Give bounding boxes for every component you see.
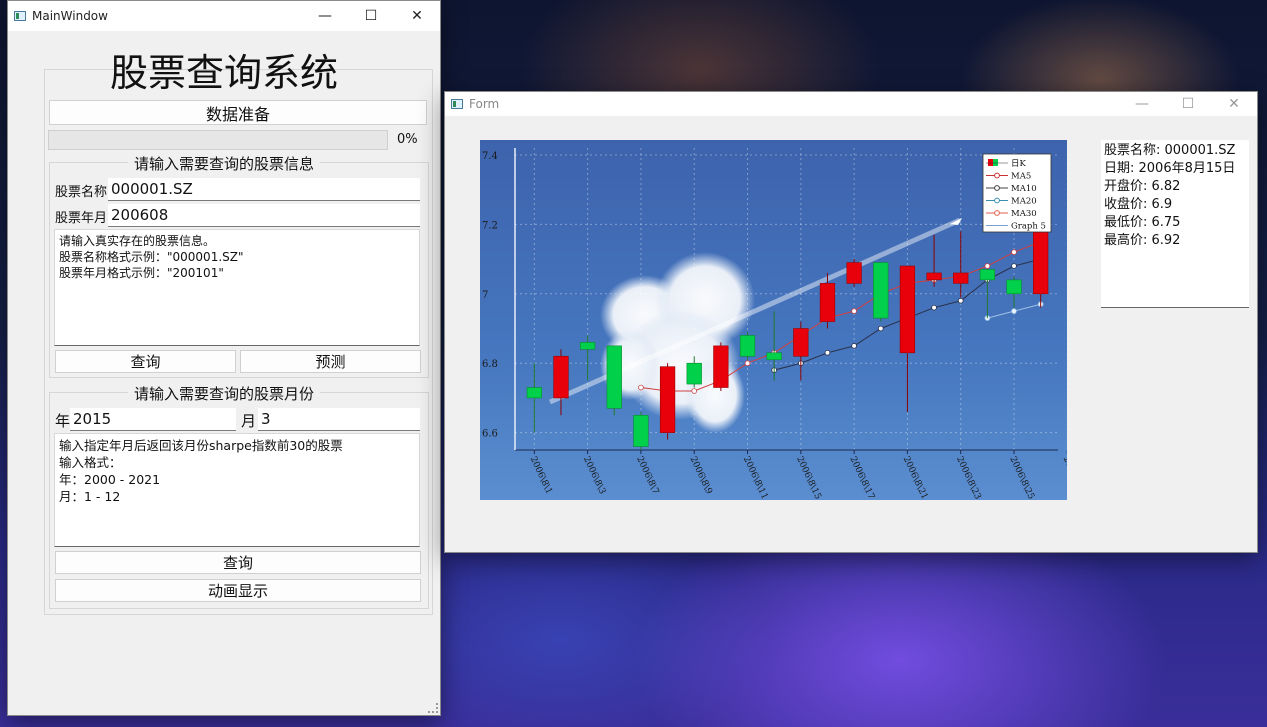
y-tick-label: 7: [482, 290, 488, 301]
legend-label: MA5: [1011, 172, 1031, 182]
y-tick-label: 7.4: [482, 151, 498, 162]
candle-body: [793, 328, 809, 357]
ma10-point: [877, 325, 884, 332]
legend-marker: [994, 197, 1000, 204]
legend-swatch-down: [993, 159, 998, 166]
candle-body: [953, 272, 969, 284]
stock-hint-text[interactable]: 请输入真实存在的股票信息。 股票名称格式示例："000001.SZ" 股票年月格…: [54, 229, 420, 346]
ma10-point: [1011, 263, 1017, 269]
info-low: 最低价: 6.75: [1104, 215, 1181, 230]
legend-label: MA30: [1011, 209, 1037, 219]
progress-percent: 0%: [397, 132, 418, 147]
year-label: 年: [55, 412, 71, 430]
y-tick-label: 7.2: [482, 220, 498, 231]
candlestick-chart[interactable]: 2006\8\1 2006\8\3 2006\8\7 2006\8\9 2006\8\1…: [480, 140, 1089, 501]
form-app-icon: [451, 99, 463, 109]
legend-label: 日K: [1011, 159, 1027, 169]
ma5-point: [638, 384, 644, 391]
close-icon[interactable]: ✕: [394, 1, 440, 31]
minimize-icon[interactable]: —: [302, 1, 348, 31]
ma10-point: [931, 304, 937, 311]
resize-grip[interactable]: [428, 703, 438, 713]
candle-body: [766, 352, 782, 361]
month-input[interactable]: 3: [258, 408, 420, 431]
candle-body: [553, 355, 569, 399]
progress-bar: [48, 130, 388, 150]
month-query-button[interactable]: 查询: [55, 551, 421, 574]
ma10-point: [824, 350, 831, 356]
app-icon: [14, 11, 26, 21]
info-high: 最高价: 6.92: [1104, 233, 1181, 248]
info-close: 收盘价: 6.9: [1104, 197, 1173, 212]
legend-marker: [994, 210, 1000, 216]
ma20-point: [1011, 308, 1017, 314]
page-title: 股票查询系统: [109, 51, 338, 95]
candle-body: [579, 342, 596, 350]
info-date: 日期: 2006年8月15日: [1104, 161, 1236, 176]
form-window-title: Form: [469, 97, 500, 111]
candle-body: [526, 387, 542, 399]
candle-body: [659, 366, 676, 433]
predict-button[interactable]: 预测: [240, 350, 421, 373]
candle-body: [713, 345, 729, 388]
candle-body: [1006, 279, 1022, 295]
candle-body: [979, 269, 996, 281]
candle-body: [739, 335, 756, 357]
chart-background: [480, 140, 1067, 500]
ma5-point: [691, 388, 698, 394]
candle-body: [899, 265, 916, 354]
candle-body: [819, 283, 836, 322]
candle-body: [606, 345, 622, 409]
form-maximize-icon[interactable]: ☐: [1165, 92, 1211, 116]
ma10-point: [957, 297, 964, 304]
legend-label: MA10: [1011, 184, 1037, 194]
year-input[interactable]: 2015: [70, 408, 236, 431]
stock-name-input[interactable]: 000001.SZ: [108, 178, 420, 201]
ma5-point: [744, 360, 751, 367]
stock-name-label: 股票名称: [55, 185, 108, 200]
stock-info-panel: 股票名称: 000001.SZ 日期: 2006年8月15日 开盘价: 6.82…: [1101, 140, 1249, 308]
stock-date-label: 股票年月: [55, 211, 108, 226]
form-minimize-icon[interactable]: —: [1119, 92, 1165, 116]
form-close-icon[interactable]: ✕: [1211, 92, 1257, 116]
stock-group-title: 请输入需要查询的股票信息: [8, 153, 440, 174]
legend-marker: [994, 172, 1000, 179]
info-open: 开盘价: 6.82: [1104, 179, 1181, 194]
prepare-data-button[interactable]: 数据准备: [49, 100, 427, 125]
month-hint-text[interactable]: 输入指定年月后返回该月份sharpe指数前30的股票 输入格式： 年：2000 …: [54, 433, 420, 547]
y-tick-label: 6.8: [482, 359, 498, 370]
month-label: 月: [241, 412, 257, 430]
candle-body: [846, 262, 862, 284]
candle-body: [686, 362, 702, 385]
stock-date-input[interactable]: 200608: [108, 204, 420, 227]
ma5-point: [1011, 249, 1017, 255]
main-window-titlebar[interactable]: MainWindow — ☐ ✕: [8, 1, 440, 31]
month-group-title: 请输入需要查询的股票月份: [8, 383, 440, 404]
info-stock-name: 股票名称: 000001.SZ: [1104, 143, 1236, 158]
maximize-icon[interactable]: ☐: [348, 1, 394, 31]
ma5-point: [984, 263, 991, 269]
window-title: MainWindow: [32, 9, 108, 23]
candle-body: [633, 414, 649, 447]
stock-query-button[interactable]: 查询: [55, 350, 236, 373]
ma5-point: [851, 308, 857, 314]
legend-label: MA20: [1011, 197, 1037, 207]
ma10-point: [851, 343, 857, 349]
candle-body: [873, 262, 889, 319]
animate-button[interactable]: 动画显示: [55, 579, 421, 602]
form-window-titlebar[interactable]: Form — ☐ ✕: [445, 92, 1257, 116]
legend-label: Graph 5: [1011, 222, 1046, 232]
y-tick-label: 6.6: [482, 429, 498, 440]
main-window: MainWindow — ☐ ✕ 股票查询系统 数据准备 0% 请输入需要查询的…: [7, 0, 441, 716]
form-window: Form — ☐ ✕ 2006\8\1 2006\8\3 2006\8\7 20…: [444, 91, 1258, 553]
legend-marker: [994, 185, 1000, 191]
candle-body: [926, 272, 942, 281]
